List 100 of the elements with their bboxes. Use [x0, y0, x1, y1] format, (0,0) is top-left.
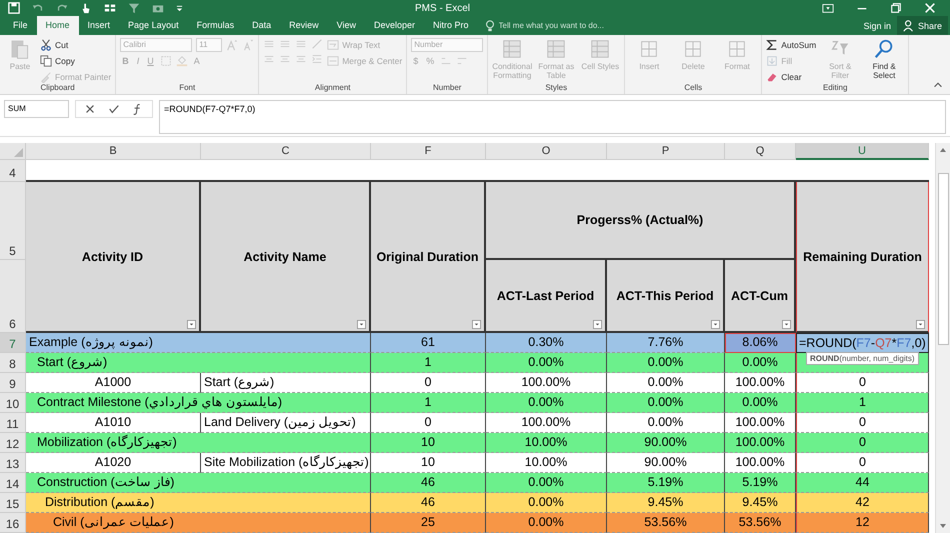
table-cell: 0 [796, 373, 929, 393]
table-cell: 90.00% [607, 453, 725, 473]
table-cell: 12 [796, 513, 929, 533]
save-icon[interactable] [8, 2, 20, 14]
autosum-button[interactable]: AutoSum [766, 38, 816, 51]
form-icon[interactable] [104, 2, 116, 14]
table-cell: 100.00% [725, 413, 796, 433]
brush-icon [40, 70, 52, 82]
table-cell: Site Mobilization (تجهیزکارگاه) [201, 453, 371, 473]
table-style-icon [545, 38, 568, 60]
scroll-thumb[interactable] [938, 173, 949, 345]
ribbon-tab[interactable]: Nitro Pro [424, 16, 478, 35]
row-header[interactable]: 13 [0, 453, 26, 473]
row-header[interactable]: 6 [0, 260, 26, 333]
close-icon[interactable] [924, 2, 936, 14]
table-style-icon [589, 38, 612, 60]
find-select-button[interactable]: Find & Select [864, 38, 904, 83]
ribbon-tab[interactable]: Page Layout [119, 16, 188, 35]
table-cell: 0.00% [486, 493, 607, 513]
row-header[interactable]: 8 [0, 353, 26, 373]
row-header[interactable]: 7 [0, 333, 26, 353]
enter-icon[interactable] [108, 103, 120, 115]
table-cell: 0.00% [486, 473, 607, 493]
table-cell: 0.00% [607, 393, 725, 413]
table-header-cell: Activity Name [201, 182, 371, 333]
table-header-cell: ACT-Last Period [486, 260, 607, 333]
table-header-cell: ACT-Cum [725, 260, 796, 333]
group-label: Clipboard [39, 83, 76, 94]
ribbon-tab[interactable]: Developer [365, 16, 424, 35]
table-cell: Start (شروع) [201, 373, 371, 393]
table-cell: 0 [796, 433, 929, 453]
table-cell: 0.00% [725, 353, 796, 373]
row-header[interactable]: 9 [0, 373, 26, 393]
scissors-icon [40, 38, 52, 50]
ribbon-tab[interactable]: Review [280, 16, 328, 35]
filter-dropdown-icon[interactable] [782, 320, 791, 329]
copy-button[interactable]: Copy [40, 54, 112, 67]
column-header[interactable]: B [26, 143, 201, 160]
row-header[interactable]: 16 [0, 513, 26, 533]
filter-dropdown-icon[interactable] [357, 320, 366, 329]
column-header[interactable]: F [371, 143, 486, 160]
vertical-scrollbar[interactable] [935, 143, 950, 533]
function-tooltip: ROUND(number, num_digits) [806, 352, 918, 365]
table-header-cell: Original Duration [371, 182, 486, 333]
filter-dropdown-icon[interactable] [472, 320, 481, 329]
column-header[interactable]: O [486, 143, 607, 160]
column-header[interactable]: C [201, 143, 371, 160]
table-cell: 44 [796, 473, 929, 493]
table-cell: Construction (فاز ساخت) [26, 473, 371, 493]
tell-me-field[interactable]: Tell me what you want to do... [498, 21, 659, 30]
row-header[interactable]: 5 [0, 182, 26, 260]
ribbon-tab[interactable]: Formulas [188, 16, 244, 35]
table-cell: 10 [371, 433, 486, 453]
row-header[interactable]: 10 [0, 393, 26, 413]
share-button[interactable]: Share [896, 16, 948, 35]
table-cell: 0.00% [607, 353, 725, 373]
clear-button[interactable]: Clear [766, 70, 816, 83]
ribbon-tab[interactable]: Data [243, 16, 280, 35]
ribbon-tab[interactable]: File [4, 16, 37, 35]
ribbon-display-icon[interactable] [822, 2, 834, 14]
filter-dropdown-icon[interactable] [711, 320, 720, 329]
table-cell: 61 [371, 333, 486, 353]
customize-icon[interactable] [176, 4, 183, 12]
row-header[interactable]: 14 [0, 473, 26, 493]
ribbon-tab[interactable]: Home [36, 16, 79, 35]
table-cell: 0.30% [486, 333, 607, 353]
group-label: Cells [683, 83, 704, 94]
ribbon-tab[interactable]: View [328, 16, 365, 35]
hand-icon[interactable] [80, 2, 92, 14]
filter-dropdown-icon[interactable] [916, 320, 925, 329]
filter-dropdown-icon[interactable] [593, 320, 602, 329]
row-header[interactable]: 12 [0, 433, 26, 453]
filter-icon[interactable] [128, 2, 140, 14]
table-cell: 1 [371, 353, 486, 373]
table-cell: Land Delivery (تحویل زمین) [201, 413, 371, 433]
person-icon [902, 20, 915, 32]
table-cell: Mobilization (تجهیزکارگاه) [26, 433, 371, 453]
sign-in-link[interactable]: Sign in [857, 18, 897, 32]
column-header[interactable]: U [796, 143, 929, 160]
table-cell: 0 [371, 413, 486, 433]
restore-icon[interactable] [890, 2, 902, 14]
table-cell: 46 [371, 473, 486, 493]
table-header-cell: Progerss% (Actual%) [486, 182, 796, 260]
cut-button[interactable]: Cut [40, 38, 112, 51]
formula-field[interactable]: =ROUND(F7-Q7*F7,0) [159, 100, 946, 134]
name-box[interactable]: SUM [4, 100, 69, 118]
cancel-icon[interactable] [84, 103, 96, 115]
column-header[interactable]: Q [725, 143, 796, 160]
scroll-down-icon[interactable] [939, 522, 947, 530]
row-header[interactable]: 15 [0, 493, 26, 513]
ribbon-tab[interactable]: Insert [78, 16, 120, 35]
scroll-up-icon[interactable] [939, 146, 947, 154]
row-header[interactable]: 4 [0, 160, 26, 182]
table-cell: 1 [796, 393, 929, 413]
row-header[interactable]: 11 [0, 413, 26, 433]
table-cell: A1000 [26, 373, 201, 393]
formula-cell[interactable]: =ROUND(F7-Q7*F7,0) [796, 333, 929, 353]
table-cell: 8.06% [725, 333, 796, 353]
filter-dropdown-icon[interactable] [187, 320, 196, 329]
column-header[interactable]: P [607, 143, 725, 160]
